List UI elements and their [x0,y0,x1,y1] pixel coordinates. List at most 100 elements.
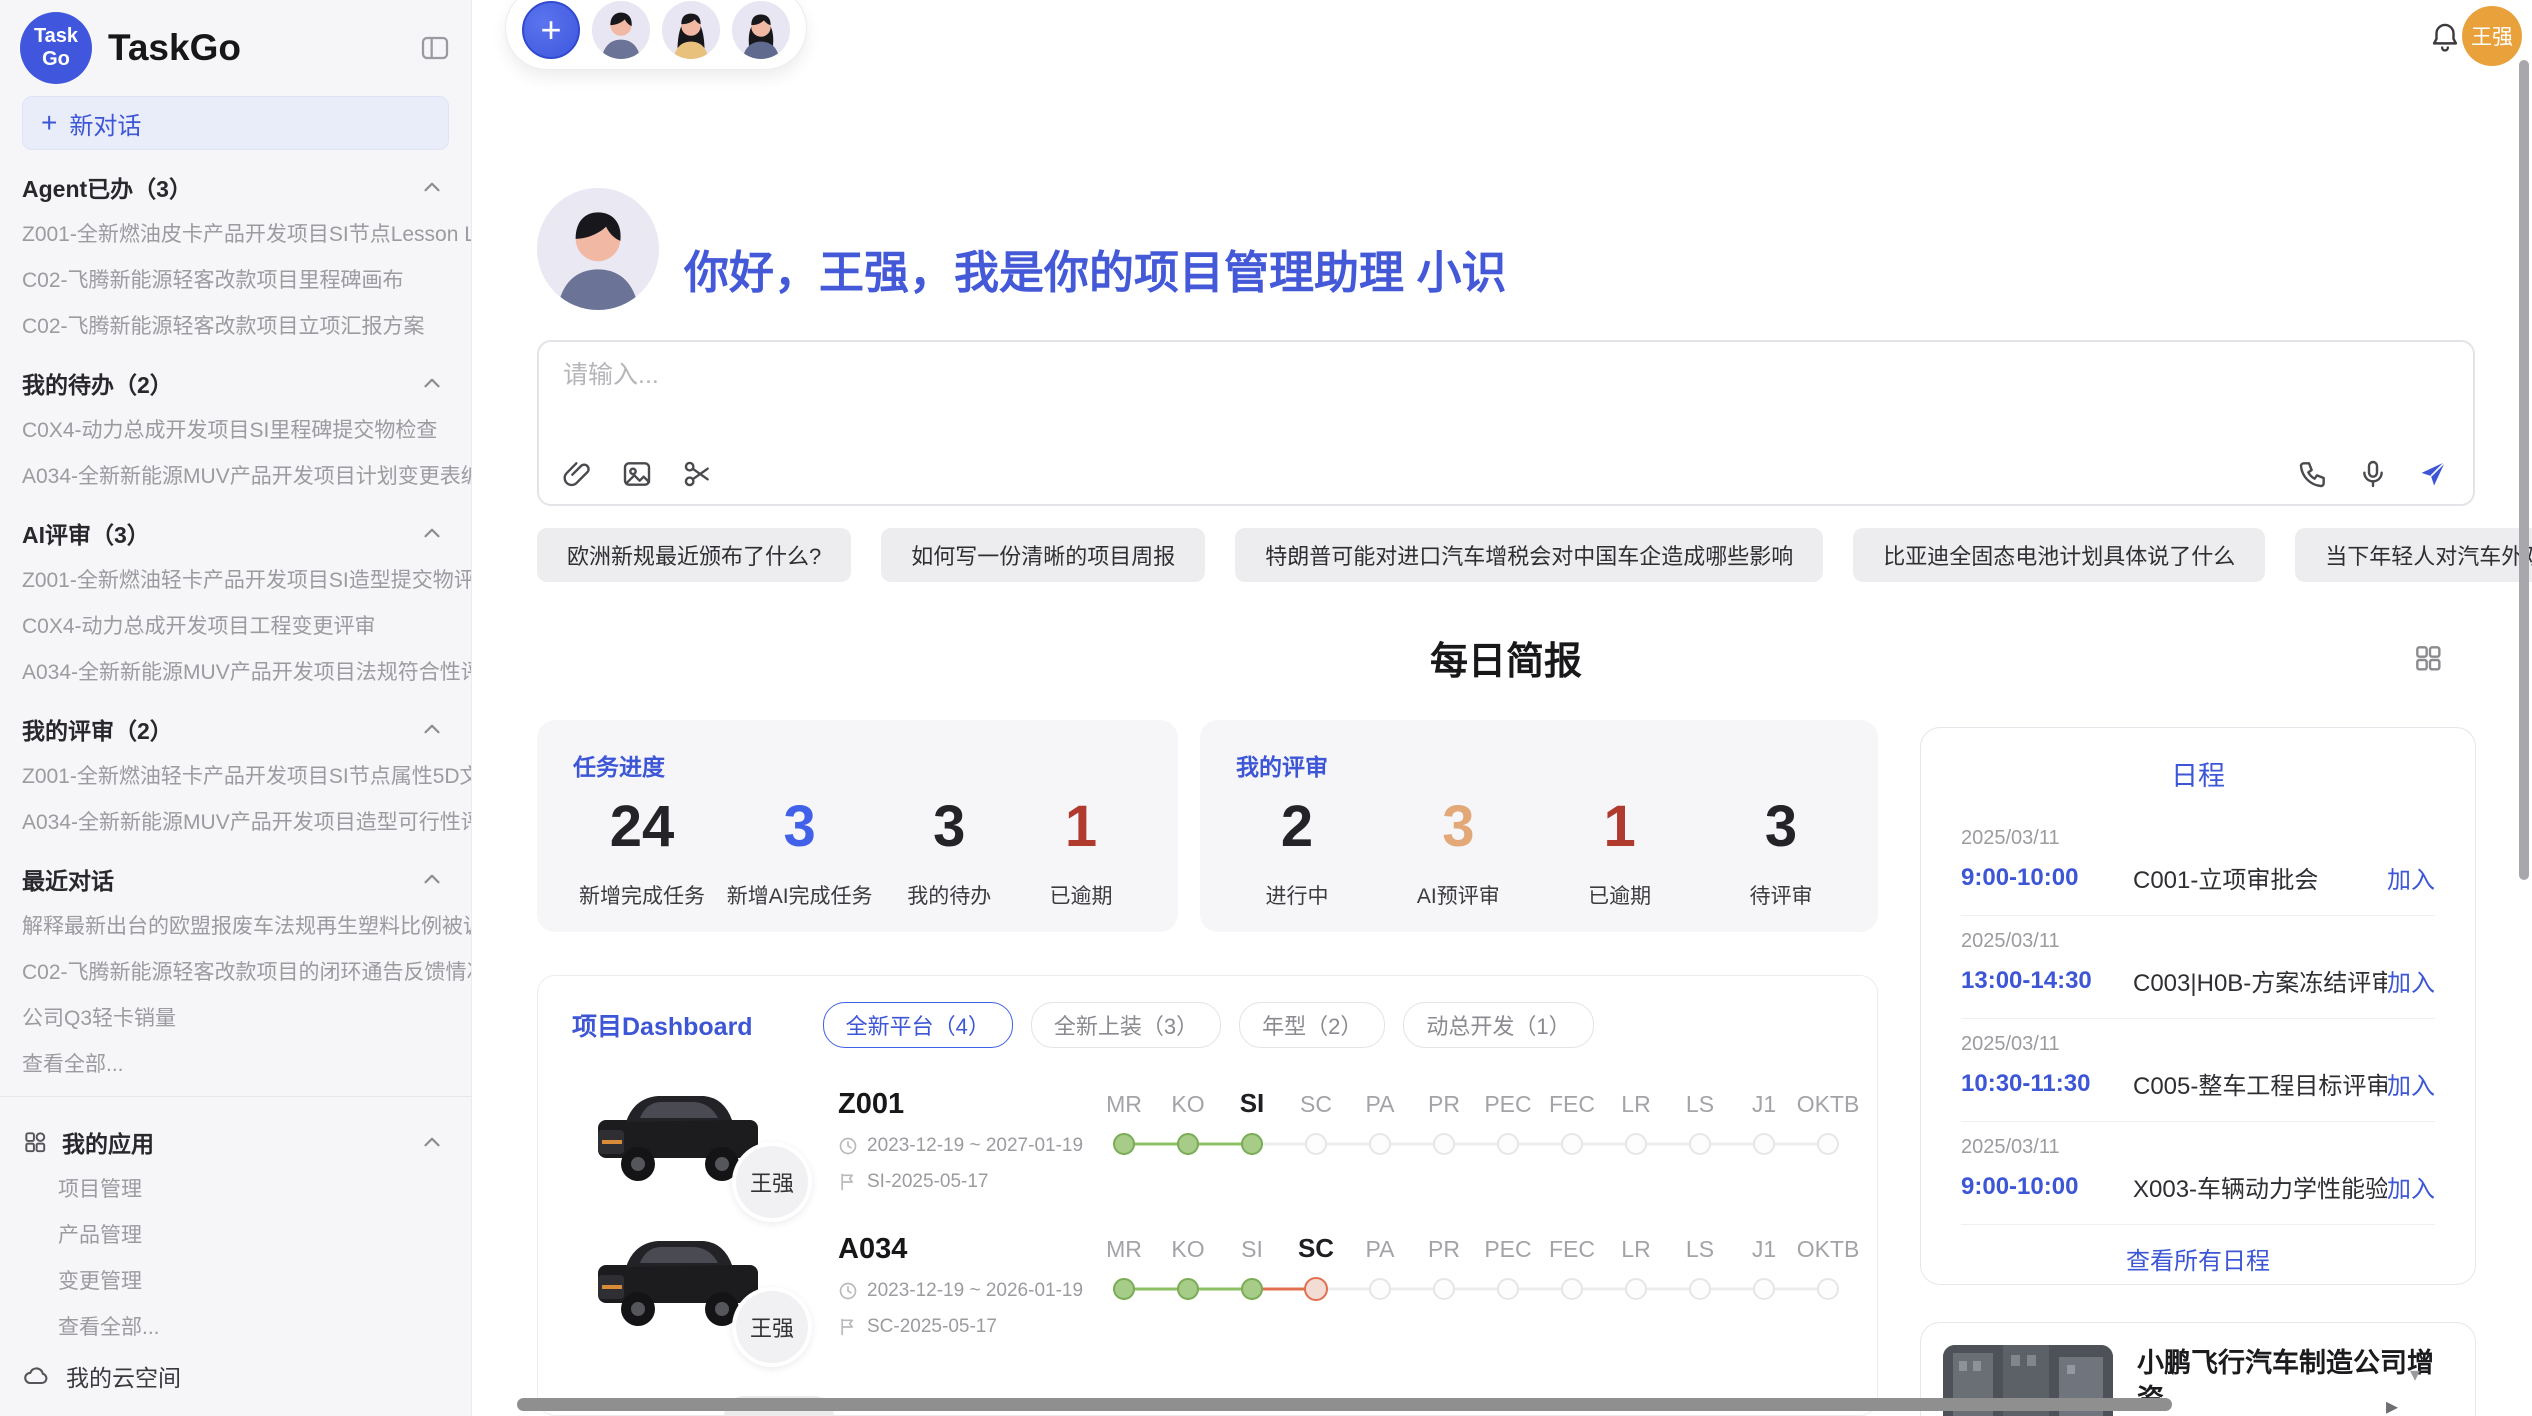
sidebar-shortcuts: 我的云空间 我的收藏 [0,1349,471,1416]
dashboard-filter-tab[interactable]: 动总开发（1） [1403,1002,1593,1048]
sidebar-item[interactable]: C0X4-动力总成开发项目SI里程碑提交物检查 [0,406,471,452]
sidebar-item[interactable]: A034-全新新能源MUV产品开发项目法规符合性评审 [0,648,471,694]
event-join-link[interactable]: 加入 [2387,860,2435,895]
app-logo: Task Go [20,12,92,84]
schedule-event: 2025/03/11 13:00-14:30 C003|H0B-方案冻结评审 加… [1961,916,2435,1019]
sidebar-item[interactable]: 解释最新出台的欧盟报废车法规再生塑料比例被调至15%... [0,902,471,948]
stat: 3 我的待办 [894,798,1004,910]
sidebar-item[interactable]: C02-飞腾新能源轻客改款项目立项汇报方案 [0,302,471,348]
event-join-link[interactable]: 加入 [2387,1169,2435,1204]
stat-value: 3 [1403,798,1513,856]
scroll-down-arrow-icon[interactable]: ▾ [2410,1362,2420,1387]
add-agent-button[interactable]: + [522,1,580,59]
sidebar-item[interactable]: C02-飞腾新能源轻客改款项目的闭环通告反馈情况 [0,948,471,994]
chevron-up-icon[interactable] [419,866,445,892]
sidebar-item[interactable]: Z001-全新燃油轻卡产品开发项目SI造型提交物评审 [0,556,471,602]
bell-icon[interactable] [2428,20,2462,54]
sidebar-section-header[interactable]: Agent已办（3） [0,152,471,210]
view-all-schedule-link[interactable]: 查看所有日程 [1961,1241,2435,1276]
sidebar-section-items: Z001-全新燃油皮卡产品开发项目SI节点Lesson Learn报告C02-飞… [0,210,471,348]
milestone-dot [1689,1133,1711,1155]
event-name: X003-车辆动力学性能验... [2133,1169,2387,1204]
daily-brief-title: 每日简报 [537,630,2475,685]
clock-icon [838,1136,858,1156]
suggestion-chip[interactable]: 如何写一份清晰的项目周报 [881,528,1205,582]
sidebar-navlink-label: 我的云空间 [66,1359,181,1393]
sidebar-item[interactable]: A034-全新新能源MUV产品开发项目计划变更表编写 [0,452,471,498]
stat-label: 我的待办 [894,880,1004,910]
stat-value: 3 [1726,798,1836,856]
vertical-scrollbar[interactable] [2519,60,2529,880]
agent-avatar[interactable] [592,1,650,59]
chevron-up-icon[interactable] [419,520,445,546]
stat-value: 1 [1565,798,1675,856]
agent-avatar[interactable] [732,1,790,59]
briefing-card: 我的评审 2 进行中 3 AI预评审 1 已逾期 3 待评审 [1200,720,1878,932]
app-title: TaskGo [108,27,403,69]
stat-label: 进行中 [1242,880,1352,910]
event-join-link[interactable]: 加入 [2387,1066,2435,1101]
milestone-dot [1753,1133,1775,1155]
suggestion-chip[interactable]: 当下年轻人对汽车外观有怎样的喜好趋势 [2295,528,2532,582]
dashboard-filter-tab[interactable]: 年型（2） [1239,1002,1385,1048]
event-time: 9:00-10:00 [1961,1173,2133,1201]
apps-group-header[interactable]: 我的应用 [0,1107,471,1165]
paperclip-icon[interactable] [561,458,593,490]
sidebar-item-cloud[interactable]: 我的云空间 [0,1349,471,1403]
sidebar-section-header[interactable]: 最近对话 [0,844,471,902]
grid-small-icon[interactable] [2412,642,2444,674]
sidebar-item[interactable]: C0X4-动力总成开发项目工程变更评审 [0,602,471,648]
stat: 1 已逾期 [1026,798,1136,910]
project-dashboard-card: 项目Dashboard 全新平台（4）全新上装（3）年型（2）动总开发（1） 王… [537,975,1878,1416]
chevron-up-icon[interactable] [419,1129,445,1155]
new-chat-button[interactable]: + 新对话 [22,96,449,150]
sidebar-item-star[interactable]: 我的收藏 [0,1403,471,1416]
scroll-right-arrow-icon[interactable]: ▸ [2386,1392,2398,1416]
scissors-icon[interactable] [681,458,713,490]
milestone-label: SC [1284,1091,1348,1118]
sidebar-item[interactable]: C02-飞腾新能源轻客改款项目里程碑画布 [0,256,471,302]
horizontal-scrollbar[interactable] [517,1398,2172,1411]
project-row[interactable]: 王强 A034 2023-12-19 ~ 2026-01-19 SC-2025-… [572,1233,1877,1338]
chevron-up-icon[interactable] [419,716,445,742]
chevron-up-icon[interactable] [419,174,445,200]
user-avatar[interactable]: 王强 [2462,6,2522,66]
event-date: 2025/03/11 [1961,1136,2435,1159]
event-name: C001-立项审批会 [2133,860,2387,895]
chevron-up-icon[interactable] [419,370,445,396]
sidebar-item[interactable]: Z001-全新燃油皮卡产品开发项目SI节点Lesson Learn报告 [0,210,471,256]
sidebar-section-title: 我的评审（2） [22,712,173,746]
event-time: 10:30-11:30 [1961,1070,2133,1098]
sidebar-item[interactable]: A034-全新新能源MUV产品开发项目造型可行性评审 [0,798,471,844]
agent-avatar[interactable] [662,1,720,59]
sidebar-item[interactable]: 变更管理 [0,1257,471,1303]
send-icon[interactable] [2417,458,2449,490]
suggestion-chip[interactable]: 特朗普可能对进口汽车增税会对中国车企造成哪些影响 [1235,528,1823,582]
milestone-label: J1 [1732,1091,1796,1118]
sidebar-section-items: C0X4-动力总成开发项目SI里程碑提交物检查A034-全新新能源MUV产品开发… [0,406,471,498]
sidebar-item[interactable]: 查看全部... [0,1040,471,1086]
sidebar-collapse-icon[interactable] [419,32,451,64]
sidebar-item[interactable]: 查看全部... [0,1303,471,1349]
chat-input[interactable] [561,360,2265,391]
suggestion-chip[interactable]: 欧洲新规最近颁布了什么? [537,528,851,582]
project-dates: 2023-12-19 ~ 2026-01-19 [867,1280,1083,1302]
project-row[interactable]: 王强 Z001 2023-12-19 ~ 2027-01-19 SI-2025-… [572,1088,1877,1193]
sidebar-item[interactable]: Z001-全新燃油轻卡产品开发项目SI节点属性5D文件评审 [0,752,471,798]
mic-icon[interactable] [2357,458,2389,490]
phone-icon[interactable] [2297,458,2329,490]
dashboard-filter-tab[interactable]: 全新上装（3） [1031,1002,1221,1048]
milestone-label: OKTB [1796,1091,1860,1118]
briefing-card: 任务进度 24 新增完成任务 3 新增AI完成任务 3 我的待办 1 已逾期 [537,720,1178,932]
sidebar-item[interactable]: 产品管理 [0,1211,471,1257]
event-join-link[interactable]: 加入 [2387,963,2435,998]
event-date: 2025/03/11 [1961,827,2435,850]
image-icon[interactable] [621,458,653,490]
sidebar-item[interactable]: 项目管理 [0,1165,471,1211]
sidebar-section-header[interactable]: AI评审（3） [0,498,471,556]
suggestion-chip[interactable]: 比亚迪全固态电池计划具体说了什么 [1853,528,2265,582]
sidebar-item[interactable]: 公司Q3轻卡销量 [0,994,471,1040]
sidebar-section-header[interactable]: 我的评审（2） [0,694,471,752]
dashboard-filter-tab[interactable]: 全新平台（4） [823,1002,1013,1048]
sidebar-section-header[interactable]: 我的待办（2） [0,348,471,406]
